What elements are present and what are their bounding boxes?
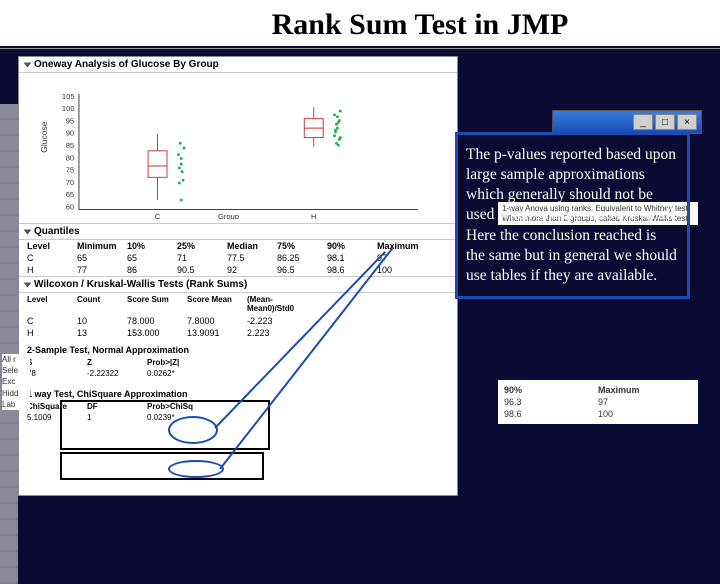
- wilcoxon-title: Wilcoxon / Kruskal-Wallis Tests (Rank Su…: [34, 279, 247, 290]
- svg-text:95: 95: [66, 116, 74, 125]
- two-sample-headers: SZProb>|Z|: [27, 357, 449, 368]
- title-underline: [0, 48, 720, 49]
- quantile-row-c: C65 6571 77.586.25 98.197: [19, 252, 457, 264]
- wilcoxon-header[interactable]: Wilcoxon / Kruskal-Wallis Tests (Rank Su…: [19, 277, 457, 293]
- quantiles-title: Quantiles: [34, 226, 80, 237]
- two-sample-test: 2-Sample Test, Normal Approximation SZPr…: [19, 339, 457, 383]
- pvalue-circle-2: [168, 460, 224, 478]
- pvalue-circle-1: [168, 416, 218, 444]
- svg-text:90: 90: [66, 129, 74, 138]
- two-sample-title: 2-Sample Test, Normal Approximation: [27, 343, 449, 357]
- two-sample-values: 78-2.223220.0262*: [27, 368, 449, 379]
- disclosure-icon[interactable]: [24, 229, 32, 234]
- right-quantile-fragment: 90%Maximum 96.397 98.6100: [498, 380, 698, 424]
- quantiles-header[interactable]: Quantiles: [19, 224, 457, 240]
- svg-text:H: H: [311, 212, 316, 219]
- points-c: [177, 142, 186, 202]
- y-axis-label: Glucose: [39, 121, 49, 152]
- scatter-chart: Glucose 60 65 70 75 80 85 90 95 100 105: [19, 73, 457, 223]
- quantile-row-h: H77 8690.5 9296.5 98.6100: [19, 264, 457, 276]
- close-button[interactable]: ×: [677, 114, 697, 130]
- svg-text:75: 75: [66, 166, 74, 175]
- svg-text:70: 70: [66, 178, 74, 187]
- svg-text:105: 105: [62, 92, 75, 101]
- panel-title: Oneway Analysis of Glucose By Group: [34, 59, 219, 70]
- side-decoration: [0, 104, 18, 584]
- wilcoxon-col-headers: LevelCount Score SumScore Mean (Mean-Mea…: [19, 293, 457, 315]
- window-titlebar: _ □ ×: [552, 110, 702, 134]
- minimize-button[interactable]: _: [633, 114, 653, 130]
- slide-title: Rank Sum Test in JMP: [0, 0, 720, 46]
- wilcoxon-row-h: H13 153.00013.9091 2.223: [19, 327, 457, 339]
- content-area: _ □ × Oneway Analysis of Glucose By Grou…: [0, 52, 720, 540]
- boxplot-c: [148, 134, 167, 200]
- disclosure-icon[interactable]: [24, 282, 32, 287]
- boxplot-h: [304, 107, 323, 147]
- disclosure-icon[interactable]: [24, 62, 32, 67]
- left-panel-fragment: All rSele ExcHidd Lab: [2, 354, 30, 410]
- highlight-box-2: [60, 452, 264, 480]
- wilcoxon-row-c: C10 78.0007.8000 -2.223: [19, 315, 457, 327]
- chart-svg: Glucose 60 65 70 75 80 85 90 95 100 105: [27, 77, 449, 219]
- maximize-button[interactable]: □: [655, 114, 675, 130]
- svg-text:80: 80: [66, 153, 74, 162]
- x-axis-label: Group: [218, 212, 239, 219]
- svg-text:85: 85: [66, 141, 74, 150]
- panel-header[interactable]: Oneway Analysis of Glucose By Group: [19, 57, 457, 73]
- svg-text:60: 60: [66, 203, 74, 212]
- svg-text:65: 65: [66, 190, 74, 199]
- y-ticks: 60 65 70 75 80 85 90 95 100 105: [62, 92, 75, 212]
- annotation-box: The p-values reported based upon large s…: [455, 132, 690, 299]
- svg-text:C: C: [155, 212, 161, 219]
- points-h: [333, 110, 342, 147]
- one-way-title: 1 way Test, ChiSquare Approximation: [27, 387, 449, 401]
- svg-text:100: 100: [62, 104, 75, 113]
